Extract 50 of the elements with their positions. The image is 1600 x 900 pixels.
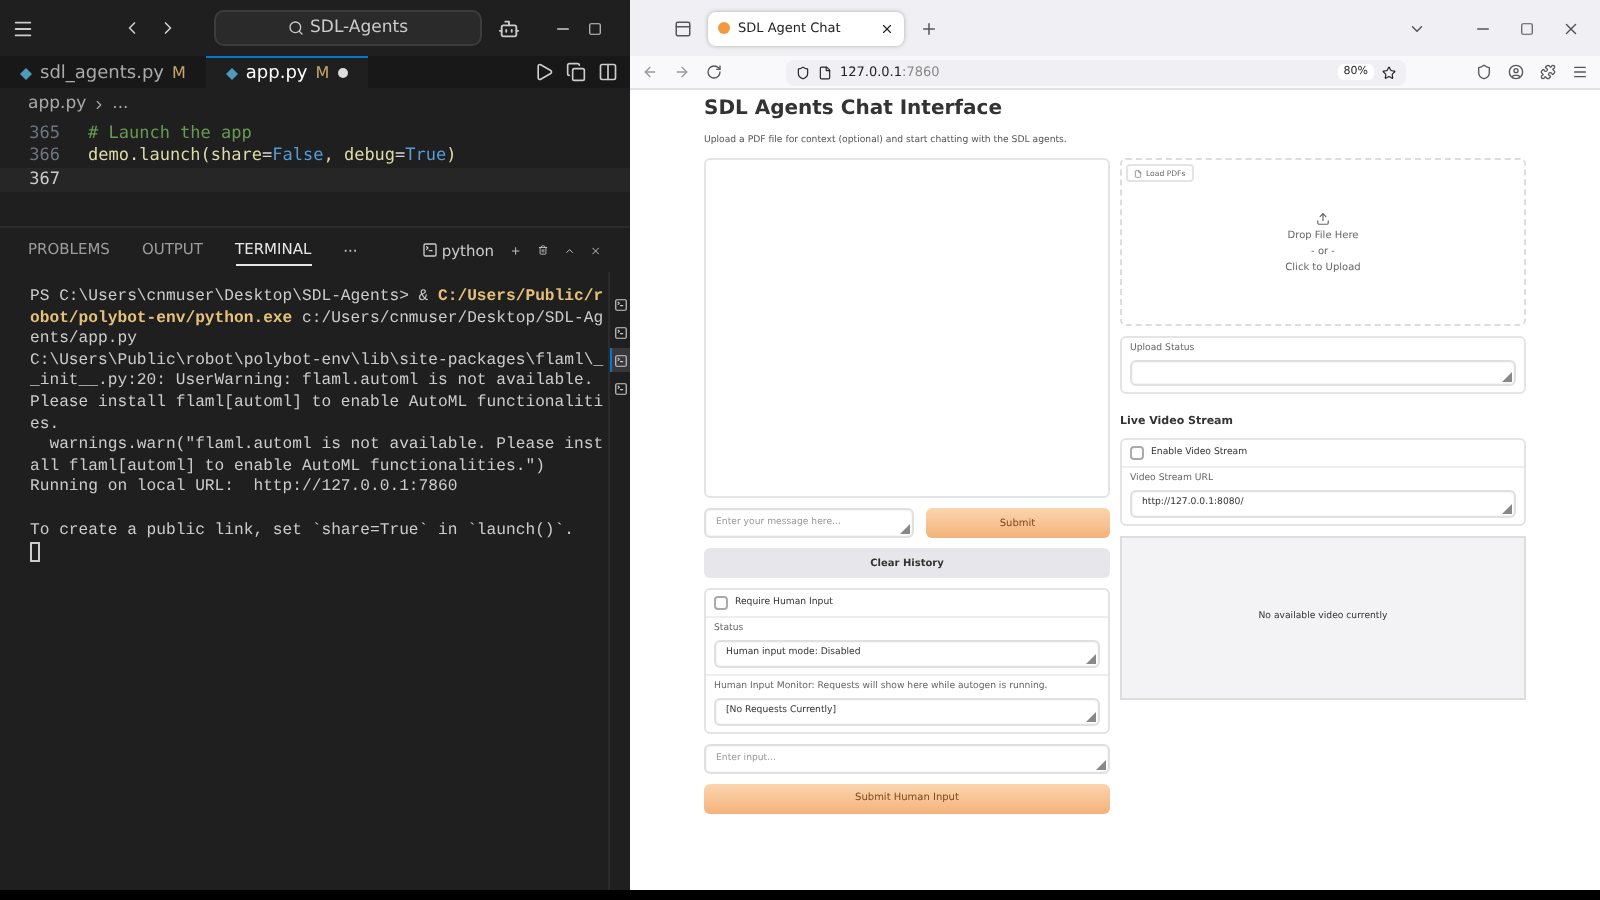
robot-icon[interactable] [498,17,520,39]
code-line: # Launch the app [88,123,252,144]
close-tab-icon[interactable] [880,21,894,35]
reload-icon[interactable] [706,64,722,80]
code-line: demo.launch(share=False, debug=True) [88,146,457,167]
checkbox[interactable] [714,596,727,609]
terminal-icon [421,242,438,258]
run-icon[interactable] [534,62,554,82]
terminal-line: es. [30,415,60,434]
extensions-icon[interactable] [1540,64,1556,80]
editor-tab[interactable]: app.py M [205,56,368,88]
python-file-icon [225,67,238,79]
favicon-icon [718,22,730,34]
checkbox[interactable] [1130,446,1143,459]
terminal-line: PS C:\Users\cnmuser\Desktop\SDL-Agents> & C:/Users/Public/r [30,288,604,306]
terminal-line: all flaml[automl] to enable AutoML functionalities.") [30,457,545,476]
breadcrumb-item[interactable]: ... [112,94,129,114]
terminal-line: ents/app.py [30,330,137,349]
trash-icon[interactable] [537,242,548,258]
upload-icon [1316,211,1330,225]
terminal-line: obot/polybot-env/python.exe c:/Users/cnmuser/Desktop/SDL-Ag [30,309,604,328]
line-number: 367 [27,169,62,190]
split-editor-icon[interactable] [598,62,618,82]
search-text: SDL-Agents [310,18,408,38]
chevron-icon [92,97,107,111]
cursor [30,542,40,563]
account-icon[interactable] [1508,64,1524,80]
close-icon[interactable] [590,241,602,259]
breadcrumb-file[interactable]: app.py [28,94,87,114]
page-title: SDL Agents Chat Interface [704,98,1004,120]
upload-status-field[interactable] [1130,360,1516,386]
terminal-line: C:\Users\Public\robot\polybot-env\lib\site-packages\flaml\_ [30,351,604,370]
new-tab-icon[interactable] [920,19,938,37]
menu-icon[interactable] [12,17,34,39]
terminal-line: Running on local URL: http://127.0.0.1:7860 [30,478,458,497]
add-icon[interactable] [510,241,522,259]
search-field[interactable]: SDL-Agents [214,10,482,46]
terminal-line: To create a public link, set `share=True` in `launch()`. [30,521,574,540]
terminal-line: Please install flaml[automl] to enable AutoML functionaliti [30,393,604,412]
maximize-icon[interactable] [1520,21,1534,35]
terminal-line: _init__.py:20: UserWarning: flaml.automl is not available. [30,372,594,391]
line-number: 366 [27,146,62,167]
close-icon[interactable] [1562,19,1580,37]
terminal-line: warnings.warn("flaml.automl is not available. Please inst [47,436,604,455]
tab-list-icon[interactable] [674,19,692,37]
search-icon [288,20,304,36]
terminal-tab[interactable] [610,348,630,372]
menu-icon[interactable] [1572,64,1588,80]
line-number: 365 [27,123,62,144]
python-file-icon [20,67,32,79]
